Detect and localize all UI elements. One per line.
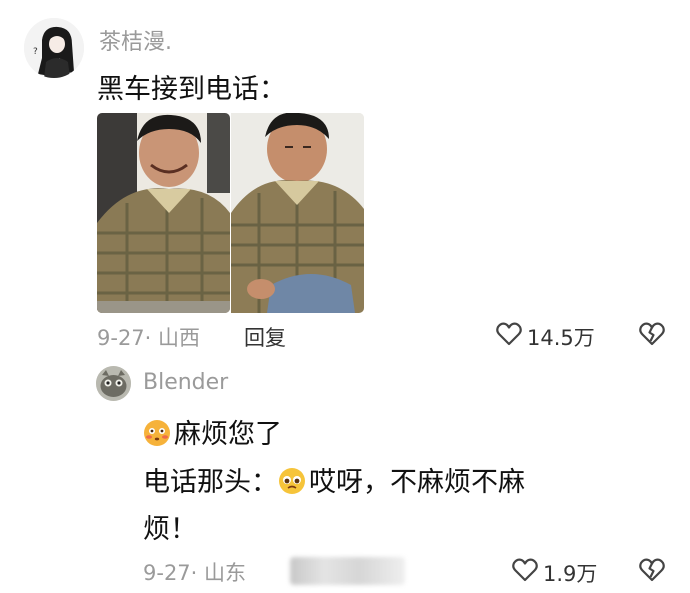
flushed-face-icon: [143, 419, 171, 447]
comment-meta: 9-27· 山西: [97, 322, 200, 352]
reply-line-2-suffix: 哎呀，不麻烦不麻: [309, 467, 525, 498]
reply-line-2: 电话那头： 哎呀，不麻烦不麻: [143, 460, 525, 499]
like-button[interactable]: [495, 320, 523, 352]
comment-image-left[interactable]: [97, 113, 230, 313]
blurred-reply-button[interactable]: [290, 557, 405, 585]
meta-separator: ·: [144, 326, 152, 350]
heart-icon: [496, 322, 522, 346]
heart-icon: [512, 558, 538, 582]
comment-text: 黑车接到电话：: [97, 74, 286, 105]
comment-username[interactable]: 茶桔漫.: [99, 24, 172, 56]
user-avatar[interactable]: ?: [24, 18, 84, 78]
reply-avatar[interactable]: [96, 366, 131, 401]
meta-separator: ·: [190, 561, 198, 585]
svg-text:?: ?: [33, 47, 38, 57]
like-count: 14.5万: [527, 326, 595, 350]
reply-username[interactable]: Blender: [143, 370, 228, 395]
reply-dislike-button[interactable]: [638, 556, 666, 588]
reply-like-button[interactable]: [511, 556, 539, 588]
reply-line-1: 麻烦您了: [143, 412, 282, 451]
comment-image-right[interactable]: [231, 113, 364, 313]
reply-line-3: 烦！: [143, 514, 197, 545]
comment-location: 山西: [158, 326, 201, 350]
pleading-face-icon: [278, 467, 306, 495]
dislike-button[interactable]: [638, 320, 666, 352]
reply-line-1-text: 麻烦您了: [174, 419, 282, 450]
broken-heart-icon: [639, 558, 665, 582]
reply-like-count: 1.9万: [543, 562, 598, 586]
reply-date: 9-27: [143, 561, 191, 585]
reply-button[interactable]: 回复: [244, 322, 286, 352]
broken-heart-icon: [639, 322, 665, 346]
reply-meta: 9-27· 山东: [143, 557, 246, 587]
comment-date: 9-27: [97, 326, 145, 350]
reply-location: 山东: [204, 561, 247, 585]
reply-line-2-prefix: 电话那头：: [143, 467, 278, 498]
